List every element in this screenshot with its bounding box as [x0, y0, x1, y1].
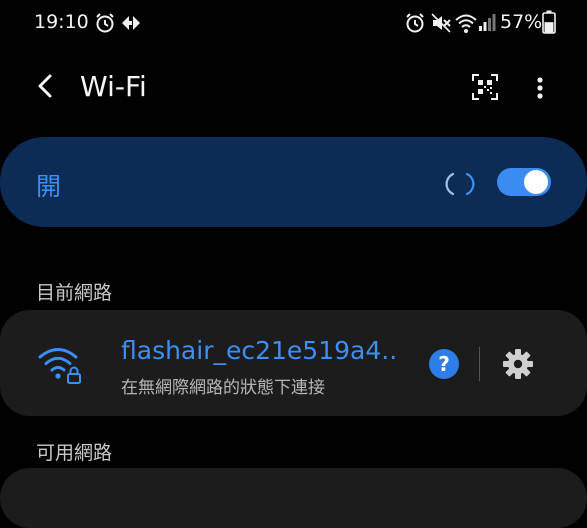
- qr-code-button[interactable]: [472, 74, 498, 100]
- battery-icon: [542, 10, 556, 34]
- network-status: 在無網際網路的狀態下連接: [121, 378, 325, 398]
- toggle-knob: [524, 170, 548, 194]
- loading-spinner-icon: [445, 172, 475, 196]
- wifi-icon: [455, 14, 477, 33]
- status-bar: 19:10 57%: [0, 0, 587, 44]
- vertical-divider: [479, 347, 480, 381]
- wifi-switch-label: 開: [36, 172, 62, 201]
- more-options-button[interactable]: [528, 70, 552, 106]
- back-arrow-icon: [38, 74, 52, 98]
- wifi-toggle-switch[interactable]: [497, 168, 551, 196]
- available-networks-list: [0, 468, 587, 528]
- signal-icon: [479, 14, 496, 31]
- wifi-locked-icon: [38, 348, 81, 384]
- data-transfer-icon: [122, 16, 140, 30]
- alarm-icon: [96, 13, 114, 33]
- status-time: 19:10: [34, 11, 89, 33]
- help-button[interactable]: ?: [429, 349, 459, 379]
- help-question-icon: ?: [438, 352, 450, 376]
- current-network-header: 目前網路: [36, 282, 113, 304]
- available-networks-header: 可用網路: [36, 442, 113, 464]
- back-button[interactable]: [30, 68, 62, 104]
- battery-percent: 57%: [500, 11, 543, 33]
- mute-icon: [431, 13, 451, 33]
- alarm-icon: [406, 13, 424, 33]
- page-title: Wi-Fi: [80, 70, 147, 103]
- network-name: flashair_ec21e519a4..: [121, 336, 398, 365]
- gear-icon: [503, 349, 533, 379]
- more-vertical-icon: [537, 77, 543, 99]
- current-network-item[interactable]: flashair_ec21e519a4.. 在無網際網路的狀態下連接 ?: [0, 310, 587, 416]
- network-settings-button[interactable]: [502, 348, 534, 380]
- app-bar: Wi-Fi: [0, 44, 587, 132]
